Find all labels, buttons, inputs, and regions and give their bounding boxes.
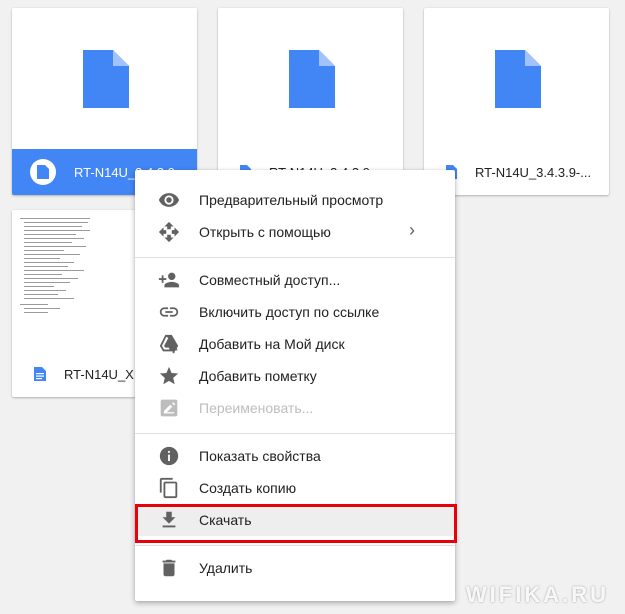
menu-item-label: Предварительный просмотр bbox=[199, 192, 384, 208]
text-document-icon bbox=[34, 367, 46, 381]
file-card[interactable]: RT-N14U_3.4.3.9-... bbox=[424, 8, 609, 195]
google-doc-file-icon bbox=[83, 50, 129, 108]
google-doc-file-icon bbox=[289, 50, 335, 108]
menu-item-rename: Переименовать... bbox=[135, 392, 455, 424]
info-icon bbox=[158, 445, 180, 467]
file-name: RT-N14U_3.4.3.9-... bbox=[475, 164, 592, 180]
context-menu: Предварительный просмотр Открыть с помощ… bbox=[135, 170, 455, 601]
move-icon bbox=[158, 221, 180, 243]
person-add-icon bbox=[158, 269, 180, 291]
star-icon bbox=[158, 365, 180, 387]
menu-item-label: Показать свойства bbox=[199, 448, 321, 464]
menu-item-label: Переименовать... bbox=[199, 400, 314, 416]
menu-divider bbox=[135, 433, 455, 434]
file-thumbnail bbox=[12, 8, 197, 154]
menu-item-label: Совместный доступ... bbox=[199, 272, 341, 288]
menu-item-add-to-drive[interactable]: Добавить на Мой диск bbox=[135, 328, 455, 360]
chevron-right-icon: › bbox=[409, 220, 415, 240]
menu-item-label: Открыть с помощью bbox=[199, 224, 331, 240]
menu-item-get-link[interactable]: Включить доступ по ссылке bbox=[135, 296, 455, 328]
menu-divider bbox=[135, 257, 455, 258]
menu-item-label: Создать копию bbox=[199, 480, 297, 496]
eye-icon bbox=[158, 189, 180, 211]
google-doc-file-icon bbox=[495, 50, 541, 108]
file-thumbnail bbox=[424, 8, 609, 154]
file-thumbnail bbox=[218, 8, 403, 154]
trash-icon bbox=[158, 557, 180, 579]
link-icon bbox=[158, 301, 180, 323]
menu-item-make-copy[interactable]: Создать копию bbox=[135, 472, 455, 504]
drive-add-icon bbox=[158, 333, 180, 355]
watermark: WIFIKA.RU bbox=[465, 582, 609, 607]
selected-file-icon bbox=[30, 159, 56, 185]
menu-item-download[interactable]: Скачать bbox=[135, 504, 455, 536]
copy-icon bbox=[158, 477, 180, 499]
menu-item-label: Добавить на Мой диск bbox=[199, 336, 345, 352]
menu-item-open-with[interactable]: Открыть с помощью › bbox=[135, 216, 455, 248]
file-card[interactable]: RT-N14U_3.4.3.9... bbox=[12, 8, 197, 195]
menu-item-star[interactable]: Добавить пометку bbox=[135, 360, 455, 392]
document-preview bbox=[20, 216, 130, 346]
menu-item-share[interactable]: Совместный доступ... bbox=[135, 264, 455, 296]
menu-item-label: Включить доступ по ссылке bbox=[199, 304, 380, 320]
menu-item-details[interactable]: Показать свойства bbox=[135, 440, 455, 472]
menu-item-remove[interactable]: Удалить bbox=[135, 552, 455, 584]
download-icon bbox=[158, 509, 180, 531]
menu-item-label: Удалить bbox=[199, 560, 253, 576]
menu-item-preview[interactable]: Предварительный просмотр bbox=[135, 184, 455, 216]
menu-item-label: Добавить пометку bbox=[199, 368, 317, 384]
menu-divider bbox=[135, 545, 455, 546]
file-card[interactable]: RT-N14U_3.4.3.9... bbox=[218, 8, 403, 195]
file-name: RT-N14U_X... bbox=[64, 366, 145, 382]
menu-item-label: Скачать bbox=[199, 512, 252, 528]
edit-icon bbox=[158, 397, 180, 419]
